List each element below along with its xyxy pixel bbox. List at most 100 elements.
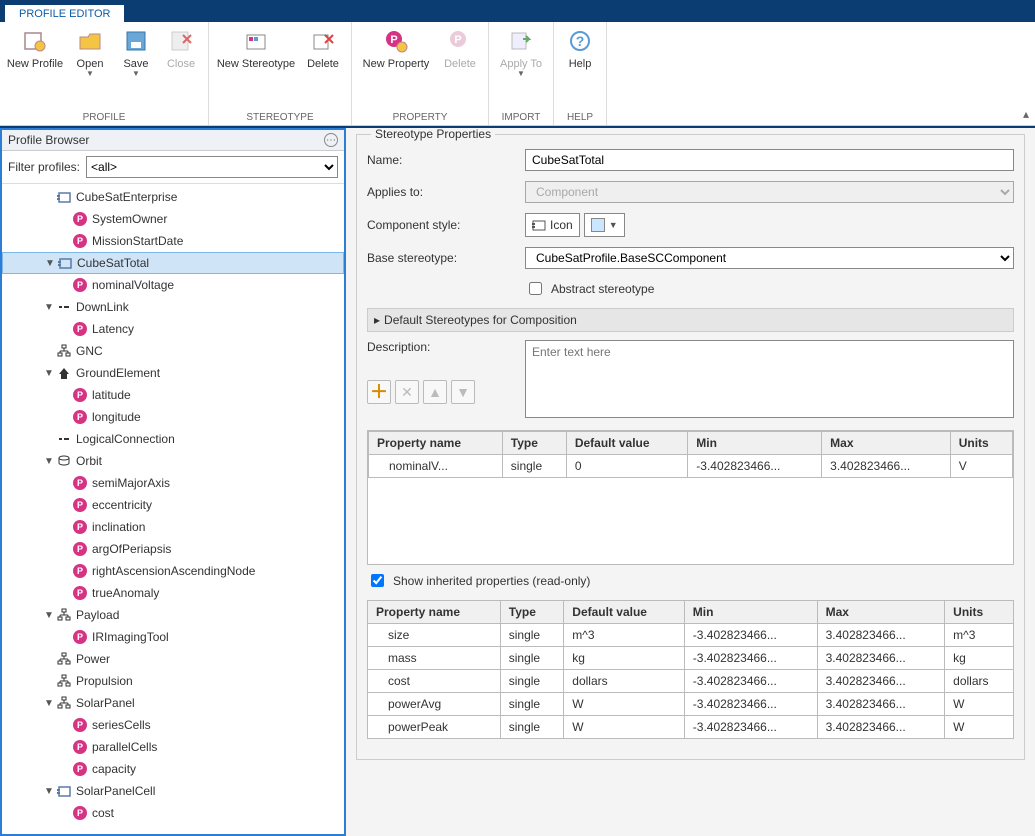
open-button[interactable]: Open ▼: [68, 26, 112, 80]
applies-to-select[interactable]: Component: [525, 181, 1014, 203]
description-textarea[interactable]: [525, 340, 1014, 418]
tree-item[interactable]: PseriesCells: [2, 714, 344, 736]
column-header[interactable]: Property name: [369, 432, 503, 455]
twisty-icon: ▼: [42, 698, 56, 709]
chevron-down-icon: ▼: [517, 69, 525, 78]
close-button[interactable]: Close: [160, 26, 202, 73]
tree-item[interactable]: PsemiMajorAxis: [2, 472, 344, 494]
tree-item-label: CubeSatEnterprise: [76, 190, 177, 204]
tree-item[interactable]: Peccentricity: [2, 494, 344, 516]
tree-item[interactable]: Power: [2, 648, 344, 670]
tree-item[interactable]: Platitude: [2, 384, 344, 406]
p-icon: P: [72, 387, 88, 403]
tree-item-label: semiMajorAxis: [92, 476, 170, 490]
tree-item[interactable]: Pcost: [2, 802, 344, 824]
base-stereotype-select[interactable]: CubeSatProfile.BaseSCComponent: [525, 247, 1014, 269]
component-icon: [56, 783, 72, 799]
panel-menu-icon[interactable]: ⋯: [324, 133, 338, 147]
tree-item-label: Payload: [76, 608, 119, 622]
column-header[interactable]: Min: [684, 601, 817, 624]
delete-property-button[interactable]: P Delete: [438, 26, 482, 73]
new-property-button[interactable]: P New Property: [358, 26, 434, 73]
p-icon: P: [72, 519, 88, 535]
tree-item[interactable]: ▼SolarPanel: [2, 692, 344, 714]
help-button[interactable]: ? Help: [560, 26, 600, 73]
tree-item[interactable]: Plongitude: [2, 406, 344, 428]
tree-item-label: nominalVoltage: [92, 278, 174, 292]
table-cell: 3.402823466...: [817, 670, 945, 693]
column-header[interactable]: Type: [502, 432, 566, 455]
add-property-button[interactable]: ＋: [367, 380, 391, 404]
ribbon-group-label: PROFILE: [6, 111, 202, 123]
move-down-button[interactable]: ▼: [451, 380, 475, 404]
column-header[interactable]: Property name: [368, 601, 501, 624]
p-icon: P: [72, 585, 88, 601]
column-header[interactable]: Default value: [566, 432, 687, 455]
panel-title: Profile Browser: [8, 133, 89, 147]
tree-item[interactable]: Pinclination: [2, 516, 344, 538]
move-up-button[interactable]: ▲: [423, 380, 447, 404]
remove-property-button[interactable]: ✕: [395, 380, 419, 404]
ribbon-group-label: IMPORT: [495, 111, 547, 123]
p-icon: P: [72, 211, 88, 227]
column-header[interactable]: Min: [688, 432, 822, 455]
table-row[interactable]: powerAvgsingleW-3.402823466...3.40282346…: [368, 693, 1014, 716]
component-style-color-select[interactable]: ▼: [584, 213, 625, 237]
tree-item-label: longitude: [92, 410, 141, 424]
tree-item[interactable]: ▼SolarPanelCell: [2, 780, 344, 802]
table-row[interactable]: nominalV...single0-3.402823466...3.40282…: [369, 455, 1013, 478]
tree-item[interactable]: ▼Orbit: [2, 450, 344, 472]
tree-item[interactable]: Pcapacity: [2, 758, 344, 780]
column-header[interactable]: Units: [950, 432, 1012, 455]
tree-item[interactable]: ▼CubeSatTotal: [2, 252, 344, 274]
table-row[interactable]: masssinglekg-3.402823466...3.402823466..…: [368, 647, 1014, 670]
tree-item[interactable]: ▼GroundElement: [2, 362, 344, 384]
tree-item[interactable]: PIRImagingTool: [2, 626, 344, 648]
tab-profile-editor[interactable]: PROFILE EDITOR: [4, 4, 125, 23]
show-inherited-checkbox[interactable]: [371, 574, 384, 587]
tree-item[interactable]: PrightAscensionAscendingNode: [2, 560, 344, 582]
filter-profiles-select[interactable]: <all>: [86, 156, 338, 178]
apply-to-button[interactable]: Apply To ▼: [495, 26, 547, 80]
collapse-ribbon-icon[interactable]: ▴: [1023, 107, 1029, 121]
delete-stereotype-button[interactable]: Delete: [301, 26, 345, 73]
table-row[interactable]: powerPeaksingleW-3.402823466...3.4028234…: [368, 716, 1014, 739]
tree-item[interactable]: ▼Payload: [2, 604, 344, 626]
tree-item[interactable]: LogicalConnection: [2, 428, 344, 450]
save-button[interactable]: Save ▼: [116, 26, 156, 80]
tree-item[interactable]: Propulsion: [2, 670, 344, 692]
tree-item[interactable]: GNC: [2, 340, 344, 362]
column-header[interactable]: Max: [817, 601, 945, 624]
abstract-stereotype-checkbox[interactable]: [529, 282, 542, 295]
tree-item[interactable]: PSystemOwner: [2, 208, 344, 230]
tree-item[interactable]: CubeSatEnterprise: [2, 186, 344, 208]
tree-item[interactable]: PMissionStartDate: [2, 230, 344, 252]
tree-item[interactable]: PtrueAnomaly: [2, 582, 344, 604]
tree-item[interactable]: PLatency: [2, 318, 344, 340]
table-cell: single: [500, 670, 564, 693]
table-row[interactable]: sizesinglem^3-3.402823466...3.402823466.…: [368, 624, 1014, 647]
column-header[interactable]: Max: [822, 432, 951, 455]
table-cell: -3.402823466...: [684, 670, 817, 693]
tree-item[interactable]: PnominalVoltage: [2, 274, 344, 296]
default-stereotypes-section[interactable]: ▸ Default Stereotypes for Composition: [367, 308, 1014, 332]
table-row[interactable]: costsingledollars-3.402823466...3.402823…: [368, 670, 1014, 693]
column-header[interactable]: Default value: [564, 601, 685, 624]
name-input[interactable]: [525, 149, 1014, 171]
tree-item-label: Latency: [92, 322, 134, 336]
tree-icon: [56, 673, 72, 689]
column-header[interactable]: Type: [500, 601, 564, 624]
profile-tree[interactable]: CubeSatEnterprise PSystemOwnerPMissionSta…: [2, 184, 344, 834]
new-stereotype-button[interactable]: New Stereotype: [215, 26, 297, 73]
delete-icon: P: [447, 28, 473, 54]
tree-item[interactable]: PargOfPeriapsis: [2, 538, 344, 560]
table-cell: powerAvg: [368, 693, 501, 716]
new-profile-button[interactable]: New Profile: [6, 26, 64, 73]
tree-item[interactable]: ▼DownLink: [2, 296, 344, 318]
column-header[interactable]: Units: [945, 601, 1014, 624]
tree-item[interactable]: PparallelCells: [2, 736, 344, 758]
description-label: Description:: [367, 340, 517, 354]
close-icon: [168, 28, 194, 54]
table-cell: -3.402823466...: [684, 624, 817, 647]
component-style-icon-select[interactable]: Icon: [525, 213, 580, 237]
